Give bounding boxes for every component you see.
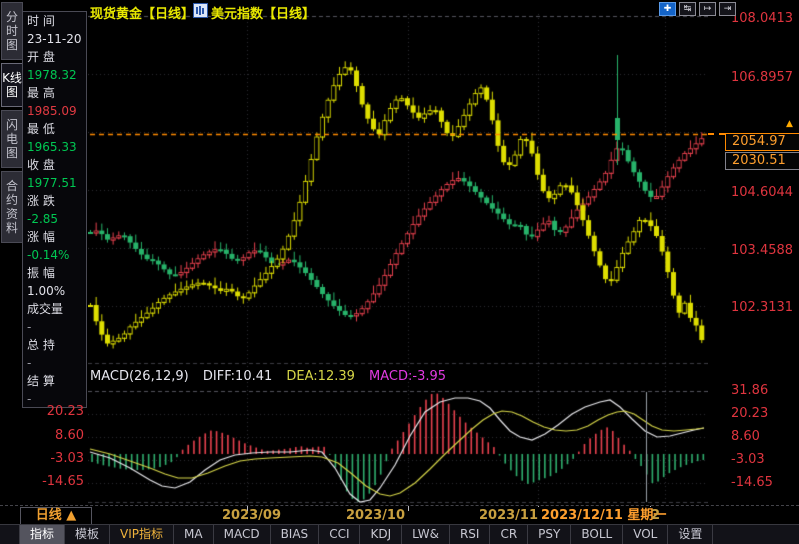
macd-axis-label-left: 20.23 xyxy=(34,404,84,419)
macd-diff-value: DIFF:10.41 xyxy=(203,369,272,384)
mini-chart-icon xyxy=(193,3,208,18)
info-value: - xyxy=(23,318,86,336)
macd-axis-label-right: -14.65 xyxy=(731,475,773,490)
info-label: 开 盘 xyxy=(23,48,86,66)
macd-bar-value: MACD:-3.95 xyxy=(369,369,446,384)
tab-KDJ[interactable]: KDJ xyxy=(360,525,402,544)
tab-MA[interactable]: MA xyxy=(174,525,214,544)
tab-设置[interactable]: 设置 xyxy=(668,525,713,544)
tab-PSY[interactable]: PSY xyxy=(528,525,571,544)
period-selector-button[interactable]: 日线 ▲ xyxy=(20,507,92,525)
tab-模板[interactable]: 模板 xyxy=(65,525,110,544)
sidebar-item-4[interactable]: 合约资料 xyxy=(1,171,23,243)
info-label: 总 持 xyxy=(23,336,86,354)
shift-right-icon[interactable]: ⇥ xyxy=(719,2,736,16)
tab-RSI[interactable]: RSI xyxy=(450,525,491,544)
price-axis-label: 102.3131 xyxy=(731,300,793,315)
date-axis-tick xyxy=(247,506,248,511)
macd-axis-label-right: 8.60 xyxy=(731,429,760,444)
macd-axis-label-right: 20.23 xyxy=(731,406,768,421)
info-value: 1977.51 xyxy=(23,174,86,192)
last-price-dash-extension xyxy=(708,133,725,135)
info-value: 1965.33 xyxy=(23,138,86,156)
date-axis-label: 2023/09 xyxy=(222,508,281,523)
candlestick-chart-canvas[interactable] xyxy=(88,0,708,505)
chart-toolbar: ✚↹↦⇥ xyxy=(659,2,736,16)
tab-VOL[interactable]: VOL xyxy=(623,525,668,544)
info-label: 收 盘 xyxy=(23,156,86,174)
macd-dea-value: DEA:12.39 xyxy=(286,369,355,384)
tab-CR[interactable]: CR xyxy=(490,525,528,544)
last-price-tag: 2054.97 xyxy=(725,133,799,151)
series-title-usd[interactable]: 美元指数【日线】 xyxy=(211,3,315,22)
info-value: 1.00% xyxy=(23,282,86,300)
sidebar-item-3[interactable]: 闪电图 xyxy=(1,110,23,168)
series-title-gold[interactable]: 现货黄金【日线】 xyxy=(90,3,194,22)
tabbar-spacer xyxy=(0,525,20,544)
axis-scale-right-icon[interactable]: ↦ xyxy=(699,2,716,16)
tab-指标[interactable]: 指标 xyxy=(20,525,65,544)
info-value: 1978.32 xyxy=(23,66,86,84)
partial-month-label: 2 xyxy=(651,508,660,523)
info-value: 23-11-20 xyxy=(23,30,86,48)
date-axis-row: 日线 ▲ 2023/09 2023/10 2023/11 2023/12/11 星期… xyxy=(0,505,799,524)
quote-info-panel: 时 间23-11-20开 盘1978.32最 高1985.09最 低1965.3… xyxy=(22,11,87,408)
tab-CCI[interactable]: CCI xyxy=(319,525,360,544)
sidebar-item-2[interactable]: K线图 xyxy=(1,63,23,107)
date-axis-label: 2023/10 xyxy=(346,508,405,523)
info-label: 结 算 xyxy=(23,372,86,390)
info-value: 1985.09 xyxy=(23,102,86,120)
indicator-tab-bar: 指标模板VIP指标MAMACDBIASCCIKDJLW&RSICRPSYBOLL… xyxy=(0,524,799,544)
axis-scale-left-icon[interactable]: ↹ xyxy=(679,2,696,16)
price-axis-label: 104.6044 xyxy=(731,185,793,200)
tab-MACD[interactable]: MACD xyxy=(214,525,271,544)
sidebar-item-1[interactable]: 分时图 xyxy=(1,2,23,60)
info-label: 涨 跌 xyxy=(23,192,86,210)
macd-indicator-header: MACD(26,12,9) DIFF:10.41 DEA:12.39 MACD:… xyxy=(90,369,456,384)
tab-LW&[interactable]: LW& xyxy=(402,525,450,544)
macd-formula: MACD(26,12,9) xyxy=(90,369,189,384)
crosshair-date-tooltip: 2023/12/11 星期一 xyxy=(538,507,669,524)
date-axis-label: 2023/11 xyxy=(479,508,538,523)
crosshair-pan-icon[interactable]: ✚ xyxy=(659,2,676,16)
price-marker-icon: ▲ xyxy=(786,119,793,129)
info-label: 最 高 xyxy=(23,84,86,102)
secondary-price-tag: 2030.51 xyxy=(725,152,799,170)
price-axis-label: 108.0413 xyxy=(731,11,793,26)
price-axis-label: 103.4588 xyxy=(731,243,793,258)
info-value: -0.14% xyxy=(23,246,86,264)
macd-axis-label-left: -3.03 xyxy=(34,451,84,466)
tab-BIAS[interactable]: BIAS xyxy=(271,525,320,544)
info-value: -2.85 xyxy=(23,210,86,228)
left-sidebar: 分时图 K线图闪电图合约资料 xyxy=(0,2,22,246)
info-value: - xyxy=(23,354,86,372)
info-label: 振 幅 xyxy=(23,264,86,282)
macd-axis-label-left: -14.65 xyxy=(34,474,84,489)
date-axis-tick xyxy=(408,506,409,511)
info-label: 成交量 xyxy=(23,300,86,318)
info-label: 时 间 xyxy=(23,12,86,30)
info-label: 涨 幅 xyxy=(23,228,86,246)
macd-axis-label-left: 8.60 xyxy=(34,428,84,443)
info-label: 最 低 xyxy=(23,120,86,138)
trading-app-window: 分时图 K线图闪电图合约资料 现货黄金【日线】 美元指数【日线】 ✚↹↦⇥ 时 间… xyxy=(0,0,799,544)
macd-axis-label-right: -3.03 xyxy=(731,452,765,467)
tab-VIP指标[interactable]: VIP指标 xyxy=(110,525,174,544)
macd-axis-label-right: 31.86 xyxy=(731,383,768,398)
tab-BOLL[interactable]: BOLL xyxy=(571,525,623,544)
price-axis-label: 106.8957 xyxy=(731,70,793,85)
